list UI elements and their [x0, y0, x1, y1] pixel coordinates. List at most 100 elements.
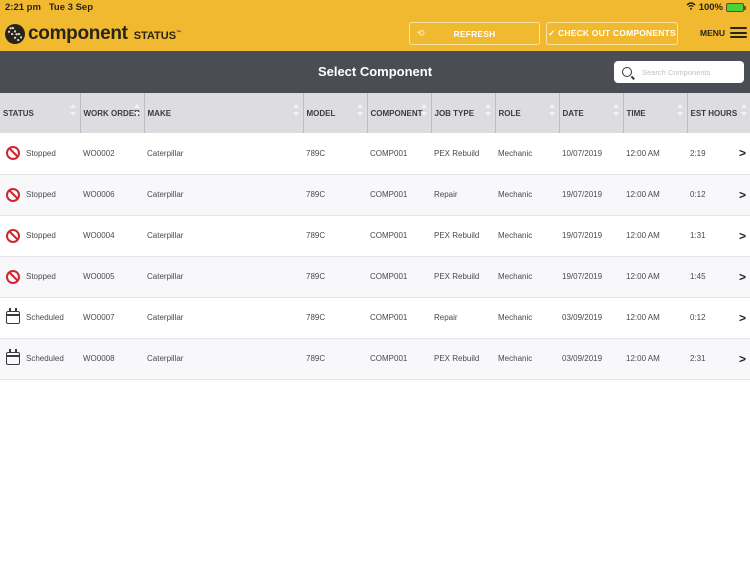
column-header-date[interactable]: DATE — [559, 93, 624, 133]
sort-icon[interactable] — [69, 104, 76, 116]
chevron-right-icon[interactable]: > — [739, 229, 746, 243]
cell-role: Mechanic — [495, 338, 559, 380]
cell-job-type: PEX Rebuild — [431, 338, 495, 380]
sort-icon[interactable] — [484, 104, 491, 116]
logo-subtext: STATUS™ — [134, 30, 181, 42]
cell-work-order: WO0002 — [80, 133, 144, 175]
cell-date: 19/07/2019 — [559, 256, 623, 298]
est-hours-value: 1:45 — [690, 272, 706, 281]
column-header-job-type[interactable]: JOB TYPE — [431, 93, 496, 133]
cell-model: 789C — [303, 297, 367, 339]
cell-role: Mechanic — [495, 133, 559, 175]
column-label: JOB TYPE — [434, 108, 475, 118]
cell-model: 789C — [303, 174, 367, 216]
cell-role: Mechanic — [495, 256, 559, 298]
column-header-est-hours[interactable]: EST HOURS — [687, 93, 750, 133]
column-header-status[interactable]: STATUS — [0, 93, 81, 133]
components-table: STATUS WORK ORDER MAKE MODEL COMPONENT JOB TY… — [0, 93, 750, 380]
cell-work-order: WO0007 — [80, 297, 144, 339]
cell-est-hours: 0:12 > — [687, 297, 750, 339]
cell-time: 12:00 AM — [623, 133, 687, 175]
cell-job-type: PEX Rebuild — [431, 215, 495, 257]
column-header-role[interactable]: ROLE — [495, 93, 560, 133]
sort-icon[interactable] — [548, 104, 555, 116]
gears-icon — [5, 24, 25, 44]
chevron-right-icon[interactable]: > — [739, 311, 746, 325]
cell-time: 12:00 AM — [623, 256, 687, 298]
cell-date: 03/09/2019 — [559, 297, 623, 339]
table-row[interactable]: Scheduled WO0008 Caterpillar 789C COMP001 PEX… — [0, 338, 750, 380]
column-label: MAKE — [147, 108, 172, 118]
stop-icon — [6, 146, 20, 161]
est-hours-value: 1:31 — [690, 231, 706, 240]
sort-icon[interactable] — [292, 104, 299, 116]
est-hours-value: 2:31 — [690, 354, 706, 363]
table-row[interactable]: Stopped WO0004 Caterpillar 789C COMP001 PEX R… — [0, 215, 750, 257]
cell-make: Caterpillar — [144, 174, 303, 216]
cell-component: COMP001 — [367, 297, 431, 339]
table-row[interactable]: Stopped WO0005 Caterpillar 789C COMP001 PEX R… — [0, 256, 750, 298]
chevron-right-icon[interactable]: > — [739, 146, 746, 160]
column-label: DATE — [562, 108, 584, 118]
sort-icon[interactable] — [420, 104, 427, 116]
battery-percent: 100% — [698, 2, 723, 13]
column-header-model[interactable]: MODEL — [303, 93, 368, 133]
battery-icon — [726, 3, 746, 12]
chevron-right-icon[interactable]: > — [739, 270, 746, 284]
cell-model: 789C — [303, 133, 367, 175]
cell-component: COMP001 — [367, 256, 431, 298]
menu-button[interactable]: MENU — [700, 27, 748, 38]
column-header-work-order[interactable]: WORK ORDER — [80, 93, 145, 133]
cell-job-type: Repair — [431, 297, 495, 339]
column-header-time[interactable]: TIME — [623, 93, 688, 133]
sort-icon[interactable] — [133, 104, 140, 116]
trademark: ™ — [176, 30, 182, 36]
cell-date: 19/07/2019 — [559, 215, 623, 257]
refresh-button[interactable]: ⟲ REFRESH — [409, 22, 540, 45]
table-row[interactable]: Stopped WO0006 Caterpillar 789C COMP001 Repai… — [0, 174, 750, 216]
calendar-icon — [6, 349, 20, 365]
sort-icon[interactable] — [676, 104, 683, 116]
table-row[interactable]: Stopped WO0002 Caterpillar 789C COMP001 PEX R… — [0, 133, 750, 175]
table-body: Stopped WO0002 Caterpillar 789C COMP001 PEX R… — [0, 133, 750, 380]
clock: 2:21 pm — [5, 2, 41, 13]
chevron-right-icon[interactable]: > — [739, 188, 746, 202]
cell-job-type: PEX Rebuild — [431, 133, 495, 175]
cell-make: Caterpillar — [144, 297, 303, 339]
cell-work-order: WO0004 — [80, 215, 144, 257]
chevron-right-icon[interactable]: > — [739, 352, 746, 366]
search-box[interactable] — [614, 61, 744, 83]
cell-time: 12:00 AM — [623, 174, 687, 216]
refresh-label: REFRESH — [453, 28, 496, 39]
sort-icon[interactable] — [612, 104, 619, 116]
check-out-components-button[interactable]: ✓ CHECK OUT COMPONENTS — [546, 22, 678, 45]
table-row[interactable]: Scheduled WO0007 Caterpillar 789C COMP001 Rep… — [0, 297, 750, 339]
column-header-make[interactable]: MAKE — [144, 93, 304, 133]
status-bar-time: 2:21 pm Tue 3 Sep — [5, 2, 93, 13]
wifi-icon — [686, 2, 696, 13]
cell-date: 10/07/2019 — [559, 133, 623, 175]
stop-icon — [6, 228, 20, 243]
cell-work-order: WO0008 — [80, 338, 144, 380]
cell-job-type: PEX Rebuild — [431, 256, 495, 298]
status-label: Stopped — [26, 190, 56, 199]
cell-est-hours: 0:12 > — [687, 174, 750, 216]
cell-est-hours: 1:31 > — [687, 215, 750, 257]
check-out-label: ✓ CHECK OUT COMPONENTS — [548, 28, 676, 38]
sort-icon[interactable] — [356, 104, 363, 116]
logo-text: component — [28, 23, 128, 44]
search-input[interactable] — [642, 67, 742, 77]
sort-icon[interactable] — [741, 104, 747, 116]
column-header-component[interactable]: COMPONENT — [367, 93, 432, 133]
search-icon — [622, 67, 632, 77]
cell-status: Stopped — [0, 215, 80, 257]
refresh-icon: ⟲ — [417, 28, 425, 38]
cell-make: Caterpillar — [144, 215, 303, 257]
status-label: Stopped — [26, 272, 56, 281]
cell-work-order: WO0006 — [80, 174, 144, 216]
cell-model: 789C — [303, 215, 367, 257]
est-hours-value: 0:12 — [690, 190, 706, 199]
cell-time: 12:00 AM — [623, 215, 687, 257]
cell-date: 03/09/2019 — [559, 338, 623, 380]
status-label: Stopped — [26, 231, 56, 240]
